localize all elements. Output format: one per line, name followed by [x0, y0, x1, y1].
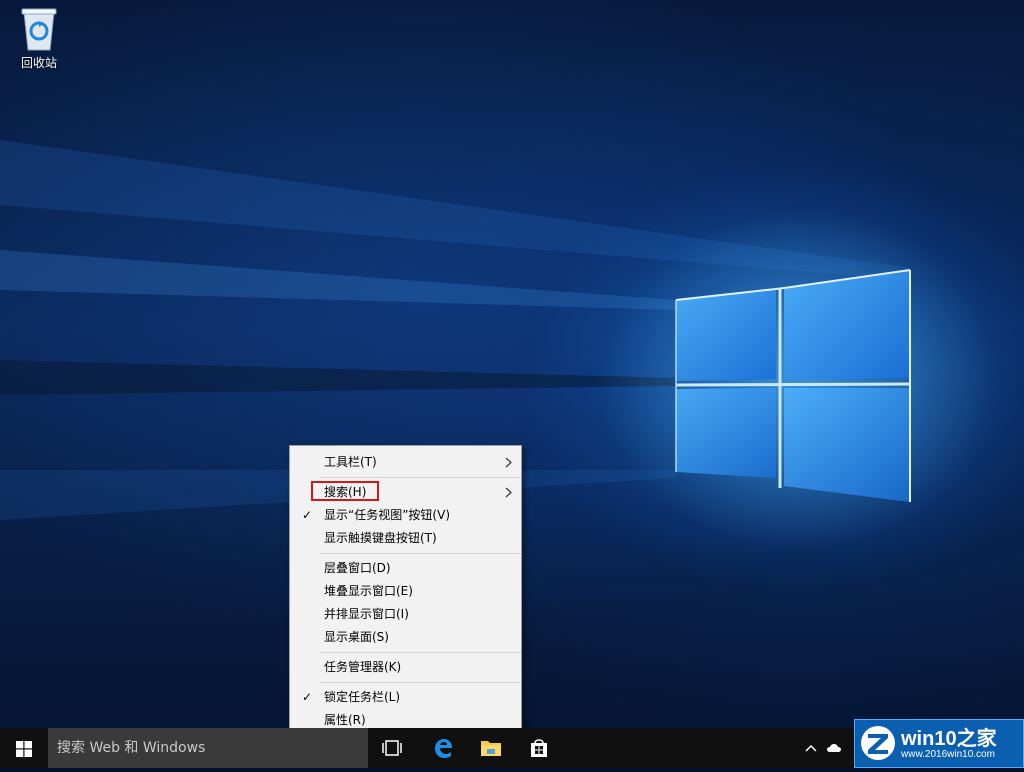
check-mark-icon: ✓ — [302, 508, 313, 522]
menu-item-label: 显示桌面(S) — [324, 630, 389, 644]
site-watermark: win10之家 www.2016win10.com — [854, 719, 1024, 768]
windows-logo-icon — [16, 741, 32, 757]
menu-item-stack-windows[interactable]: 堆叠显示窗口(E) — [290, 580, 521, 603]
taskbar-context-menu: 工具栏(T) 搜索(H) ✓ 显示“任务视图”按钮(V) 显示触摸键盘按钮(T)… — [289, 445, 522, 736]
taskbar-search-box[interactable]: 搜索 Web 和 Windows — [48, 728, 368, 768]
chevron-right-icon — [505, 457, 512, 468]
menu-item-label: 工具栏(T) — [324, 455, 377, 469]
menu-item-show-task-view-button[interactable]: ✓ 显示“任务视图”按钮(V) — [290, 504, 521, 527]
watermark-title: win10之家 — [901, 728, 997, 750]
menu-separator — [320, 553, 521, 554]
menu-item-label: 任务管理器(K) — [324, 660, 402, 674]
search-placeholder: 搜索 Web 和 Windows — [57, 740, 206, 756]
task-view-icon — [382, 740, 402, 756]
desktop-icon-label: 回收站 — [20, 56, 57, 70]
watermark-logo-icon — [861, 726, 895, 760]
menu-separator — [320, 682, 521, 683]
annotation-highlight-box — [311, 481, 379, 501]
menu-item-side-by-side-windows[interactable]: 并排显示窗口(I) — [290, 603, 521, 626]
menu-item-label: 锁定任务栏(L) — [324, 690, 401, 704]
recycle-bin-icon — [20, 6, 58, 52]
watermark-url: www.2016win10.com — [901, 749, 995, 760]
menu-item-cascade-windows[interactable]: 层叠窗口(D) — [290, 557, 521, 580]
menu-separator — [320, 477, 521, 478]
edge-icon — [435, 739, 452, 758]
store-icon — [531, 739, 547, 757]
edge-button[interactable] — [419, 728, 467, 768]
menu-item-label: 层叠窗口(D) — [324, 561, 391, 575]
file-explorer-button[interactable] — [467, 728, 515, 768]
system-tray — [800, 728, 860, 768]
chevron-up-icon[interactable] — [805, 744, 817, 752]
menu-item-show-desktop[interactable]: 显示桌面(S) — [290, 626, 521, 649]
menu-item-label: 堆叠显示窗口(E) — [324, 584, 413, 598]
desktop-icon-recycle-bin[interactable]: 回收站 — [8, 6, 70, 71]
menu-item-lock-taskbar[interactable]: ✓ 锁定任务栏(L) — [290, 686, 521, 709]
task-view-button[interactable] — [368, 728, 416, 768]
store-button[interactable] — [515, 728, 563, 768]
menu-item-label: 属性(R) — [324, 713, 366, 727]
menu-item-toolbars[interactable]: 工具栏(T) — [290, 451, 521, 474]
menu-item-label: 并排显示窗口(I) — [324, 607, 409, 621]
menu-item-label: 显示触摸键盘按钮(T) — [324, 531, 437, 545]
menu-item-search[interactable]: 搜索(H) — [290, 481, 521, 504]
start-button[interactable] — [0, 728, 48, 768]
onedrive-icon[interactable] — [827, 744, 841, 752]
menu-item-task-manager[interactable]: 任务管理器(K) — [290, 656, 521, 679]
menu-item-show-touch-keyboard-button[interactable]: 显示触摸键盘按钮(T) — [290, 527, 521, 550]
file-explorer-icon — [481, 741, 501, 756]
menu-separator — [320, 652, 521, 653]
chevron-right-icon — [505, 487, 512, 498]
check-mark-icon: ✓ — [302, 690, 313, 704]
menu-item-label: 显示“任务视图”按钮(V) — [324, 508, 451, 522]
